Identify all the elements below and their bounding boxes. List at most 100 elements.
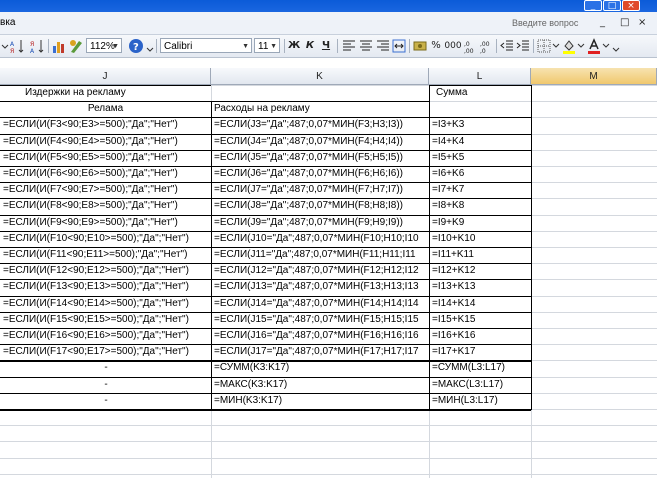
formula-cell-j[interactable]: =ЕСЛИ(И(F7<90;E7>=500);"Да";"Нет") (3, 182, 209, 198)
drawing-icon[interactable] (69, 38, 83, 54)
formula-cell-j[interactable]: =ЕСЛИ(И(F11<90;E11>=500);"Да";"Нет") (3, 247, 209, 263)
formula-cell-k[interactable]: =ЕСЛИ(J10="Да";487;0,07*МИН(F10;H10;I10 (214, 231, 427, 247)
formula-cell-l[interactable]: =I6+K6 (432, 166, 529, 182)
maximize-button[interactable]: □ (603, 0, 621, 11)
formula-cell-k[interactable]: =ЕСЛИ(J9="Да";487;0,07*МИН(F9;H9;I9)) (214, 215, 427, 231)
summary-cell-l[interactable]: =СУММ(L3:L17) (432, 360, 529, 376)
summary-cell-j[interactable]: - (3, 393, 209, 409)
summary-cell-j[interactable]: - (3, 377, 209, 393)
chart-wizard-icon[interactable] (52, 38, 66, 54)
minimize-button[interactable]: _ (584, 0, 602, 11)
summary-cell-k[interactable]: =СУММ(K3:K17) (214, 360, 427, 376)
formula-cell-l[interactable]: =I3+K3 (432, 117, 529, 133)
formula-cell-l[interactable]: =I4+K4 (432, 134, 529, 150)
formula-cell-k[interactable]: =ЕСЛИ(J16="Да";487;0,07*МИН(F16;H16;I16 (214, 328, 427, 344)
menu-item-partial[interactable]: вка (0, 17, 15, 28)
formula-cell-l[interactable]: =I14+K14 (432, 296, 529, 312)
chevron-down-icon[interactable] (552, 41, 560, 51)
formula-cell-k[interactable]: =ЕСЛИ(J11="Да";487;0,07*МИН(F11;H11;I11 (214, 247, 427, 263)
formula-cell-j[interactable]: =ЕСЛИ(И(F8<90;E8>=500);"Да";"Нет") (3, 198, 209, 214)
formula-cell-k[interactable]: =ЕСЛИ(J8="Да";487;0,07*МИН(F8;H8;I8)) (214, 198, 427, 214)
doc-restore-button[interactable]: □ (620, 17, 629, 28)
align-center-icon[interactable] (359, 39, 373, 53)
formula-cell-k[interactable]: =ЕСЛИ(J17="Да";487;0,07*МИН(F17;H17;I17 (214, 344, 427, 360)
percent-style-button[interactable]: % (430, 38, 442, 54)
bold-button[interactable]: Ж (288, 38, 300, 54)
decrease-indent-icon[interactable] (500, 39, 514, 53)
cell-j1-header[interactable]: Издержки на рекламу (25, 85, 205, 101)
column-header-k[interactable]: K (211, 68, 429, 85)
formula-cell-j[interactable]: =ЕСЛИ(И(F15<90;E15>=500);"Да";"Нет") (3, 312, 209, 328)
formula-cell-l[interactable]: =I11+K11 (432, 247, 529, 263)
formula-cell-l[interactable]: =I12+K12 (432, 263, 529, 279)
increase-indent-icon[interactable] (516, 39, 530, 53)
toolbar-options-icon[interactable] (146, 40, 154, 52)
zoom-select[interactable]: 112% ▼ (86, 38, 122, 53)
formula-cell-l[interactable]: =I16+K16 (432, 328, 529, 344)
increase-decimal-icon[interactable]: ,0,00 (464, 38, 478, 54)
align-right-icon[interactable] (376, 39, 390, 53)
formula-cell-j[interactable]: =ЕСЛИ(И(F5<90;E5>=500);"Да";"Нет") (3, 150, 209, 166)
chevron-down-icon[interactable] (602, 41, 610, 51)
column-header-l[interactable]: L (429, 68, 531, 85)
formula-cell-k[interactable]: =ЕСЛИ(J7="Да";487;0,07*МИН(F7;H7;I7)) (214, 182, 427, 198)
formula-cell-j[interactable]: =ЕСЛИ(И(F6<90;E6>=500);"Да";"Нет") (3, 166, 209, 182)
doc-minimize-button[interactable]: _ (600, 17, 605, 28)
help-search-input[interactable]: Введите вопрос (512, 18, 578, 28)
summary-cell-k[interactable]: =МИН(K3:K17) (214, 393, 427, 409)
cell-l1-header[interactable]: Сумма (436, 85, 526, 101)
formula-cell-k[interactable]: =ЕСЛИ(J3="Да";487;0,07*МИН(F3;H3;I3)) (214, 117, 427, 133)
close-button[interactable]: × (622, 0, 640, 11)
formula-cell-l[interactable]: =I15+K15 (432, 312, 529, 328)
formula-cell-j[interactable]: =ЕСЛИ(И(F16<90;E16>=500);"Да";"Нет") (3, 328, 209, 344)
formula-cell-k[interactable]: =ЕСЛИ(J15="Да";487;0,07*МИН(F15;H15;I15 (214, 312, 427, 328)
thousands-separator-button[interactable]: 000 (444, 38, 462, 54)
chevron-down-icon[interactable] (577, 41, 585, 51)
formula-cell-k[interactable]: =ЕСЛИ(J12="Да";487;0,07*МИН(F12;H12;I12 (214, 263, 427, 279)
formula-cell-l[interactable]: =I5+K5 (432, 150, 529, 166)
sort-ascending-icon[interactable]: АЯ (10, 38, 24, 54)
formula-cell-j[interactable]: =ЕСЛИ(И(F14<90;E14>=500);"Да";"Нет") (3, 296, 209, 312)
fill-color-icon[interactable] (562, 38, 576, 54)
font-name-select[interactable]: Calibri ▼ (160, 38, 252, 53)
formula-cell-k[interactable]: =ЕСЛИ(J4="Да";487;0,07*МИН(F4;H4;I4)) (214, 134, 427, 150)
summary-cell-l[interactable]: =МИН(L3:L17) (432, 393, 529, 409)
currency-icon[interactable] (413, 38, 427, 54)
formula-cell-j[interactable]: =ЕСЛИ(И(F17<90;E17>=500);"Да";"Нет") (3, 344, 209, 360)
formula-cell-j[interactable]: =ЕСЛИ(И(F4<90;E4>=500);"Да";"Нет") (3, 134, 209, 150)
toolbar-dropdown-icon[interactable] (0, 40, 10, 52)
column-header-j[interactable]: J (0, 68, 211, 85)
cell-j2-header[interactable]: Релама (0, 101, 211, 117)
formula-cell-l[interactable]: =I13+K13 (432, 279, 529, 295)
align-left-icon[interactable] (342, 39, 356, 53)
underline-button[interactable]: Ч (320, 38, 332, 54)
font-color-icon[interactable] (587, 38, 601, 54)
formula-cell-k[interactable]: =ЕСЛИ(J6="Да";487;0,07*МИН(F6;H6;I6)) (214, 166, 427, 182)
help-icon[interactable]: ? (128, 38, 144, 54)
formula-cell-k[interactable]: =ЕСЛИ(J5="Да";487;0,07*МИН(F5;H5;I5)) (214, 150, 427, 166)
formula-cell-j[interactable]: =ЕСЛИ(И(F13<90;E13>=500);"Да";"Нет") (3, 279, 209, 295)
summary-cell-k[interactable]: =МАКС(K3:K17) (214, 377, 427, 393)
summary-cell-l[interactable]: =МАКС(L3:L17) (432, 377, 529, 393)
toolbar-options-icon[interactable] (612, 40, 620, 52)
merge-center-icon[interactable] (392, 39, 406, 53)
formula-cell-j[interactable]: =ЕСЛИ(И(F12<90;E12>=500);"Да";"Нет") (3, 263, 209, 279)
doc-close-button[interactable]: × (638, 17, 646, 28)
formula-cell-j[interactable]: =ЕСЛИ(И(F10<90;E10>=500);"Да";"Нет") (3, 231, 209, 247)
sort-descending-icon[interactable]: ЯА (30, 38, 44, 54)
formula-cell-j[interactable]: =ЕСЛИ(И(F9<90;E9>=500);"Да";"Нет") (3, 215, 209, 231)
formula-cell-k[interactable]: =ЕСЛИ(J14="Да";487;0,07*МИН(F14;H14;I14 (214, 296, 427, 312)
formula-cell-k[interactable]: =ЕСЛИ(J13="Да";487;0,07*МИН(F13;H13;I13 (214, 279, 427, 295)
italic-button[interactable]: К (304, 38, 316, 54)
cell-k2-header[interactable]: Расходы на рекламу (214, 101, 424, 117)
summary-cell-j[interactable]: - (3, 360, 209, 376)
font-size-select[interactable]: 11 ▼ (254, 38, 280, 53)
formula-cell-l[interactable]: =I9+K9 (432, 215, 529, 231)
borders-icon[interactable] (537, 39, 551, 53)
formula-cell-l[interactable]: =I17+K17 (432, 344, 529, 360)
decrease-decimal-icon[interactable]: ,00,0 (480, 38, 494, 54)
worksheet-grid[interactable]: Издержки на рекламу Сумма Релама Расходы на… (0, 85, 657, 478)
formula-cell-j[interactable]: =ЕСЛИ(И(F3<90;E3>=500);"Да";"Нет") (3, 117, 209, 133)
formula-cell-l[interactable]: =I7+K7 (432, 182, 529, 198)
formula-cell-l[interactable]: =I10+K10 (432, 231, 529, 247)
